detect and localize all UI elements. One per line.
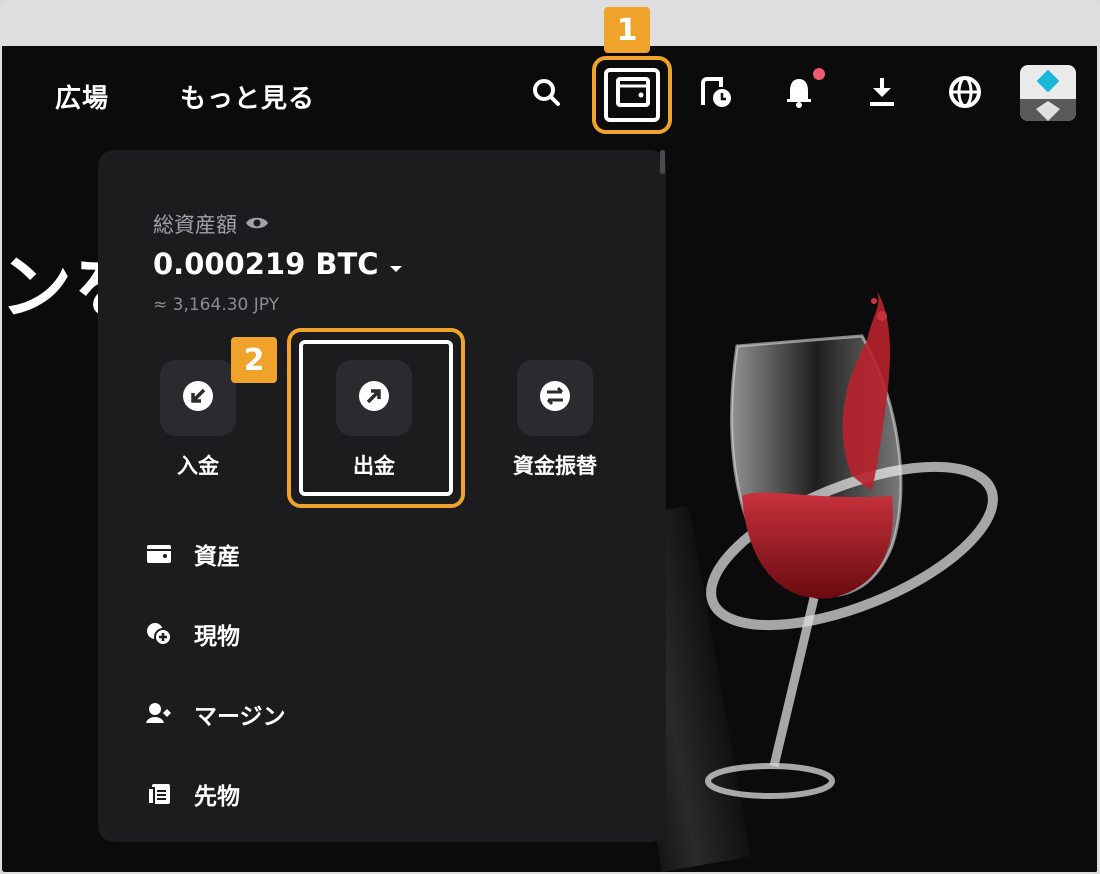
spot-coins-icon (142, 617, 176, 651)
futures-icon (142, 777, 176, 811)
app-screen: ンを 広場 もっと見る 総資産額 0.000219 BTC ≈ 3,164.30… (2, 46, 1097, 872)
menu-item-futures[interactable]: 先物 (142, 774, 642, 814)
transfer-button-icon-box[interactable] (517, 360, 593, 436)
eye-icon[interactable] (245, 212, 269, 236)
download-icon[interactable] (864, 74, 900, 110)
menu-item-assets[interactable]: 資産 (142, 534, 642, 574)
withdraw-button-highlight (287, 328, 465, 508)
caret-down-icon[interactable] (389, 247, 403, 281)
notification-bell-icon[interactable] (781, 68, 825, 110)
screenshot-frame: ンを 広場 もっと見る 総資産額 0.000219 BTC ≈ 3,164.30… (0, 0, 1100, 874)
total-assets-label: 総資産額 (153, 209, 269, 239)
transfer-label: 資金振替 (513, 454, 597, 478)
notification-dot (813, 68, 825, 80)
total-assets-jpy: ≈ 3,164.30 JPY (153, 295, 280, 315)
callout-badge-2: 2 (231, 337, 277, 383)
deposit-button-icon-box[interactable] (160, 360, 236, 436)
wallet-icon (142, 537, 176, 571)
menu-item-margin[interactable]: マージン (142, 694, 642, 734)
total-assets-value[interactable]: 0.000219 BTC (153, 247, 403, 281)
callout-badge-1: 1 (604, 7, 650, 53)
transfer-button[interactable]: 資金振替 (480, 360, 630, 480)
margin-icon (142, 697, 176, 731)
search-icon[interactable] (528, 74, 564, 110)
nav-plaza-link[interactable]: 広場 (55, 78, 109, 115)
order-history-icon[interactable] (698, 74, 734, 110)
language-globe-icon[interactable] (947, 74, 983, 110)
nav-more-link[interactable]: もっと見る (180, 78, 315, 115)
wallet-icon-highlight (592, 56, 672, 134)
panel-scrollbar[interactable] (660, 150, 665, 174)
menu-item-spot[interactable]: 現物 (142, 614, 642, 654)
deposit-label: 入金 (177, 454, 219, 478)
user-avatar[interactable] (1020, 65, 1076, 121)
deposit-arrow-icon (181, 379, 215, 417)
wine-glass-image (705, 291, 998, 799)
transfer-icon (538, 379, 572, 417)
